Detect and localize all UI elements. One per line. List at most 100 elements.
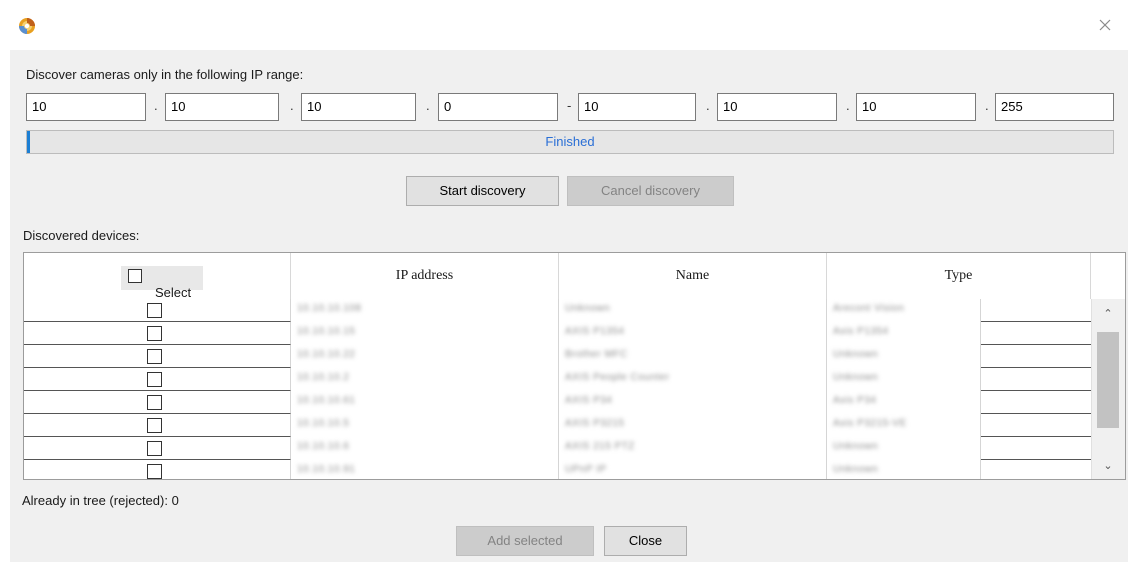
device-type-cell: Unknown (827, 437, 981, 460)
device-name-cell: Unknown (559, 299, 827, 322)
ip-address-cell: 10.10.10.91 (291, 460, 559, 479)
devices-table: Select IP address Name Type 10.10.10.108… (23, 252, 1126, 480)
ip-address-cell-text: 10.10.10.91 (297, 464, 356, 475)
device-type-cell: Axis P1354 (827, 322, 981, 345)
select-all-container: Select (121, 266, 203, 300)
device-type-cell-text: Unknown (833, 464, 879, 475)
device-name-cell-text: AXIS P3215 (565, 418, 625, 429)
device-type-cell: Unknown (827, 345, 981, 368)
ip-dot-separator: . (846, 98, 850, 113)
scrollbar-thumb[interactable] (1097, 332, 1119, 428)
device-type-cell-text: Axis P1354 (833, 326, 889, 337)
ip-dot-separator: . (290, 98, 294, 113)
device-type-cell: Unknown (827, 368, 981, 391)
ip-address-cell: 10.10.10.108 (291, 299, 559, 322)
select-cell (24, 391, 291, 414)
device-type-cell-text: Arecont Vision (833, 303, 905, 314)
row-select-checkbox[interactable] (147, 395, 162, 410)
start-discovery-button[interactable]: Start discovery (406, 176, 559, 206)
select-all-checkbox[interactable] (128, 269, 142, 283)
table-row[interactable]: 10.10.10.61 AXIS P34 Axis P34 (24, 391, 1091, 414)
ip-address-cell: 10.10.10.2 (291, 368, 559, 391)
table-row[interactable]: 10.10.10.6 AXIS 215 PTZ Unknown (24, 437, 1091, 460)
ip-address-cell-text: 10.10.10.6 (297, 441, 350, 452)
start-ip-octet-1[interactable]: 10 (26, 93, 146, 121)
ip-address-cell-text: 10.10.10.108 (297, 303, 362, 314)
select-cell (24, 460, 291, 479)
device-type-cell: Axis P34 (827, 391, 981, 414)
row-select-checkbox[interactable] (147, 418, 162, 433)
table-scrollbar[interactable]: ⌃ ⌄ (1091, 299, 1125, 479)
ip-dot-separator: . (154, 98, 158, 113)
device-type-cell-text: Axis P3215-VE (833, 418, 907, 429)
device-name-cell: AXIS P1354 (559, 322, 827, 345)
end-ip-octet-4[interactable]: 255 (995, 93, 1114, 121)
column-header-name[interactable]: Name (559, 253, 827, 299)
ip-address-cell-text: 10.10.10.61 (297, 395, 356, 406)
add-selected-button[interactable]: Add selected (456, 526, 594, 556)
table-row[interactable]: 10.10.10.91 UPnP IP Unknown (24, 460, 1091, 479)
end-ip-octet-2[interactable]: 10 (717, 93, 837, 121)
ip-address-cell: 10.10.10.61 (291, 391, 559, 414)
select-cell (24, 345, 291, 368)
ip-dot-separator: . (426, 98, 430, 113)
start-ip-octet-3[interactable]: 10 (301, 93, 416, 121)
device-name-cell: AXIS P34 (559, 391, 827, 414)
ip-address-cell-text: 10.10.10.2 (297, 372, 350, 383)
row-select-checkbox[interactable] (147, 372, 162, 387)
ip-address-cell: 10.10.10.15 (291, 322, 559, 345)
row-select-checkbox[interactable] (147, 326, 162, 341)
scroll-down-icon[interactable]: ⌄ (1100, 459, 1116, 473)
device-name-cell: AXIS P3215 (559, 414, 827, 437)
select-cell (24, 368, 291, 391)
row-select-checkbox[interactable] (147, 464, 162, 479)
table-row[interactable]: 10.10.10.22 Brother MFC Unknown (24, 345, 1091, 368)
ip-dot-separator: . (706, 98, 710, 113)
camera-discovery-logo-icon (19, 18, 35, 34)
device-name-cell: Brother MFC (559, 345, 827, 368)
device-name-cell-text: Brother MFC (565, 349, 628, 360)
table-header: Select IP address Name Type (24, 253, 1091, 300)
row-select-checkbox[interactable] (147, 303, 162, 318)
ip-address-cell-text: 10.10.10.5 (297, 418, 350, 429)
device-name-cell-text: AXIS P34 (565, 395, 613, 406)
title-bar (0, 0, 1128, 50)
rejected-count-text: Already in tree (rejected): 0 (22, 493, 179, 508)
cancel-discovery-button[interactable]: Cancel discovery (567, 176, 734, 206)
close-button[interactable]: Close (604, 526, 687, 556)
device-type-cell-text: Unknown (833, 372, 879, 383)
device-name-cell-text: Unknown (565, 303, 611, 314)
column-header-type[interactable]: Type (827, 253, 1091, 299)
device-name-cell-text: AXIS 215 PTZ (565, 441, 635, 452)
scroll-up-icon[interactable]: ⌃ (1100, 307, 1116, 321)
ip-address-cell: 10.10.10.22 (291, 345, 559, 368)
column-header-select[interactable]: Select (24, 253, 291, 300)
device-type-cell: Unknown (827, 460, 981, 479)
device-name-cell: AXIS People Counter (559, 368, 827, 391)
ip-address-cell-text: 10.10.10.22 (297, 349, 356, 360)
select-cell (24, 299, 291, 322)
ip-address-cell: 10.10.10.6 (291, 437, 559, 460)
ip-address-cell-text: 10.10.10.15 (297, 326, 356, 337)
table-row[interactable]: 10.10.10.108 Unknown Arecont Vision (24, 299, 1091, 322)
close-icon[interactable] (1094, 14, 1116, 36)
column-header-ip-address[interactable]: IP address (291, 253, 559, 299)
start-ip-octet-4[interactable]: 0 (438, 93, 558, 121)
table-row[interactable]: 10.10.10.2 AXIS People Counter Unknown (24, 368, 1091, 391)
table-row[interactable]: 10.10.10.15 AXIS P1354 Axis P1354 (24, 322, 1091, 345)
end-ip-octet-3[interactable]: 10 (856, 93, 976, 121)
device-type-cell-text: Unknown (833, 349, 879, 360)
row-select-checkbox[interactable] (147, 441, 162, 456)
dialog-client-area: Discover cameras only in the following I… (10, 50, 1128, 562)
row-select-checkbox[interactable] (147, 349, 162, 364)
device-name-cell: UPnP IP (559, 460, 827, 479)
ip-address-cell: 10.10.10.5 (291, 414, 559, 437)
device-name-cell: AXIS 215 PTZ (559, 437, 827, 460)
device-type-cell: Axis P3215-VE (827, 414, 981, 437)
discovery-progress-bar: Finished (26, 130, 1114, 154)
select-cell (24, 322, 291, 345)
start-ip-octet-2[interactable]: 10 (165, 93, 279, 121)
ip-dot-separator: . (985, 98, 989, 113)
end-ip-octet-1[interactable]: 10 (578, 93, 696, 121)
table-row[interactable]: 10.10.10.5 AXIS P3215 Axis P3215-VE (24, 414, 1091, 437)
